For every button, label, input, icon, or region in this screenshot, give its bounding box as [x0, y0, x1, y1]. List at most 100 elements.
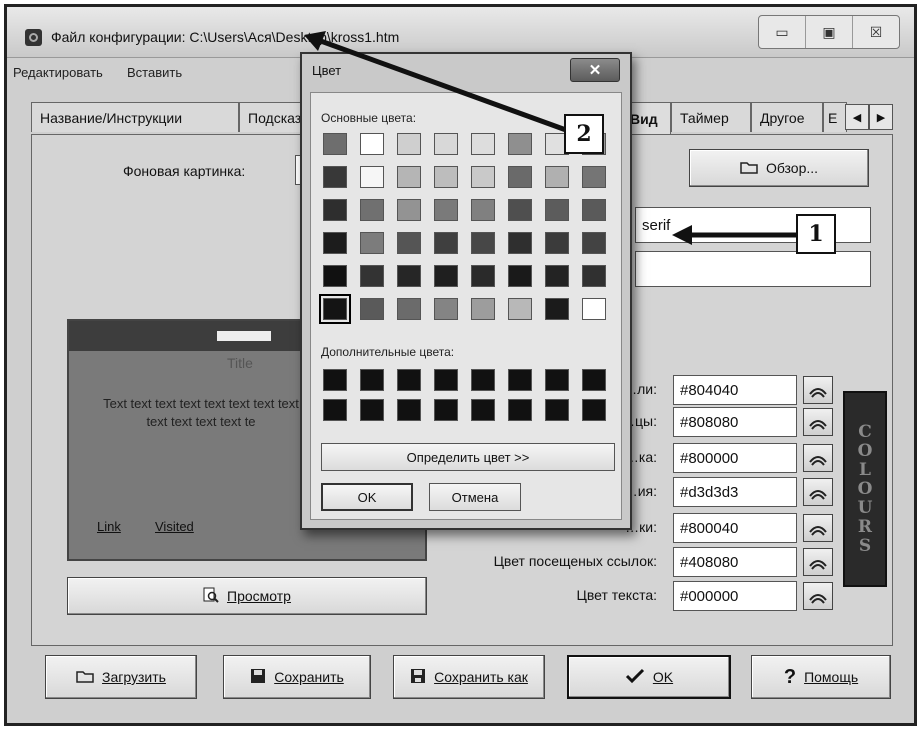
basic-color-swatch[interactable] [397, 199, 421, 221]
basic-color-swatch[interactable] [360, 133, 384, 155]
help-button[interactable]: ? Помощь [751, 655, 891, 699]
custom-color-swatch[interactable] [545, 399, 569, 421]
basic-color-swatch[interactable] [508, 298, 532, 320]
basic-color-swatch[interactable] [360, 199, 384, 221]
basic-color-swatch[interactable] [545, 232, 569, 254]
custom-color-swatch[interactable] [545, 369, 569, 391]
tab-title-instructions[interactable]: Название/Инструкции [31, 102, 239, 132]
tab-timer[interactable]: Таймер [671, 102, 751, 132]
basic-color-swatch[interactable] [323, 232, 347, 254]
basic-color-swatch[interactable] [360, 298, 384, 320]
custom-color-swatch[interactable] [434, 369, 458, 391]
basic-color-swatch[interactable] [471, 199, 495, 221]
custom-color-swatch[interactable] [360, 369, 384, 391]
custom-color-swatch[interactable] [323, 369, 347, 391]
custom-color-swatch[interactable] [471, 369, 495, 391]
custom-color-swatch[interactable] [471, 399, 495, 421]
basic-color-swatch[interactable] [319, 294, 351, 324]
basic-color-swatch[interactable] [360, 166, 384, 188]
basic-color-swatch[interactable] [434, 133, 458, 155]
tab-scroll-left[interactable]: ◀ [845, 104, 869, 130]
basic-color-swatch[interactable] [434, 232, 458, 254]
color-picker-button[interactable] [803, 408, 833, 436]
color-picker-button[interactable] [803, 582, 833, 610]
dialog-ok-button[interactable]: OK [321, 483, 413, 511]
basic-color-swatch[interactable] [545, 199, 569, 221]
custom-color-swatch[interactable] [397, 399, 421, 421]
basic-color-swatch[interactable] [360, 265, 384, 287]
color-picker-button[interactable] [803, 478, 833, 506]
basic-color-swatch[interactable] [471, 265, 495, 287]
basic-color-swatch[interactable] [508, 265, 532, 287]
color-value-input[interactable]: #d3d3d3 [673, 477, 797, 507]
dialog-cancel-button[interactable]: Отмена [429, 483, 521, 511]
basic-color-swatch[interactable] [508, 199, 532, 221]
minimize-button[interactable]: ▭ [759, 16, 806, 48]
basic-color-swatch[interactable] [582, 298, 606, 320]
font-size-field[interactable] [635, 251, 871, 287]
basic-color-swatch[interactable] [397, 298, 421, 320]
basic-color-swatch[interactable] [582, 232, 606, 254]
browse-button[interactable]: Обзор... [689, 149, 869, 187]
load-button[interactable]: Загрузить [45, 655, 197, 699]
basic-color-swatch[interactable] [434, 298, 458, 320]
ok-button[interactable]: OK [567, 655, 731, 699]
basic-color-swatch[interactable] [545, 166, 569, 188]
basic-color-swatch[interactable] [471, 133, 495, 155]
basic-color-swatch[interactable] [323, 265, 347, 287]
custom-color-swatch[interactable] [508, 369, 532, 391]
menu-edit[interactable]: Редактировать [13, 65, 103, 80]
menu-insert[interactable]: Вставить [127, 65, 182, 80]
preview-button[interactable]: Просмотр [67, 577, 427, 615]
color-value-input[interactable]: #808080 [673, 407, 797, 437]
basic-color-swatch[interactable] [582, 199, 606, 221]
basic-color-swatch[interactable] [582, 265, 606, 287]
basic-color-swatch[interactable] [471, 166, 495, 188]
custom-color-swatch[interactable] [434, 399, 458, 421]
custom-color-swatch[interactable] [397, 369, 421, 391]
title-bar[interactable]: Файл конфигурации: C:\Users\Ася\Desktop\… [7, 7, 914, 58]
save-button[interactable]: Сохранить [223, 655, 371, 699]
color-value-input[interactable]: #804040 [673, 375, 797, 405]
color-picker-button[interactable] [803, 514, 833, 542]
custom-color-swatch[interactable] [508, 399, 532, 421]
maximize-button[interactable]: ▣ [806, 16, 853, 48]
color-value-input[interactable]: #000000 [673, 581, 797, 611]
custom-color-swatch[interactable] [582, 369, 606, 391]
basic-color-swatch[interactable] [397, 133, 421, 155]
basic-color-swatch[interactable] [323, 166, 347, 188]
custom-color-swatch[interactable] [323, 399, 347, 421]
tab-scroll-right[interactable]: ▶ [869, 104, 893, 130]
basic-color-swatch[interactable] [471, 232, 495, 254]
color-value-input[interactable]: #800040 [673, 513, 797, 543]
custom-color-swatch[interactable] [582, 399, 606, 421]
basic-color-swatch[interactable] [323, 133, 347, 155]
basic-color-swatch[interactable] [545, 298, 569, 320]
tab-more[interactable]: Е [823, 102, 847, 132]
basic-color-swatch[interactable] [323, 199, 347, 221]
color-picker-button[interactable] [803, 444, 833, 472]
tab-other[interactable]: Другое [751, 102, 823, 132]
basic-color-swatch[interactable] [508, 232, 532, 254]
basic-color-swatch[interactable] [397, 265, 421, 287]
custom-color-swatch[interactable] [360, 399, 384, 421]
basic-color-swatch[interactable] [508, 166, 532, 188]
basic-color-swatch[interactable] [397, 166, 421, 188]
save-as-button[interactable]: Сохранить как [393, 655, 545, 699]
basic-color-swatch[interactable] [545, 265, 569, 287]
basic-color-swatch[interactable] [508, 133, 532, 155]
color-value-input[interactable]: #408080 [673, 547, 797, 577]
color-value-input[interactable]: #800000 [673, 443, 797, 473]
basic-color-swatch[interactable] [434, 199, 458, 221]
basic-color-swatch[interactable] [471, 298, 495, 320]
color-dialog-close-button[interactable]: ✕ [570, 58, 620, 82]
define-color-button[interactable]: Определить цвет >> [321, 443, 615, 471]
basic-color-swatch[interactable] [397, 232, 421, 254]
color-picker-button[interactable] [803, 548, 833, 576]
basic-color-swatch[interactable] [360, 232, 384, 254]
color-picker-button[interactable] [803, 376, 833, 404]
basic-color-swatch[interactable] [434, 166, 458, 188]
close-button[interactable]: ☒ [853, 16, 899, 48]
basic-color-swatch[interactable] [582, 166, 606, 188]
basic-color-swatch[interactable] [434, 265, 458, 287]
